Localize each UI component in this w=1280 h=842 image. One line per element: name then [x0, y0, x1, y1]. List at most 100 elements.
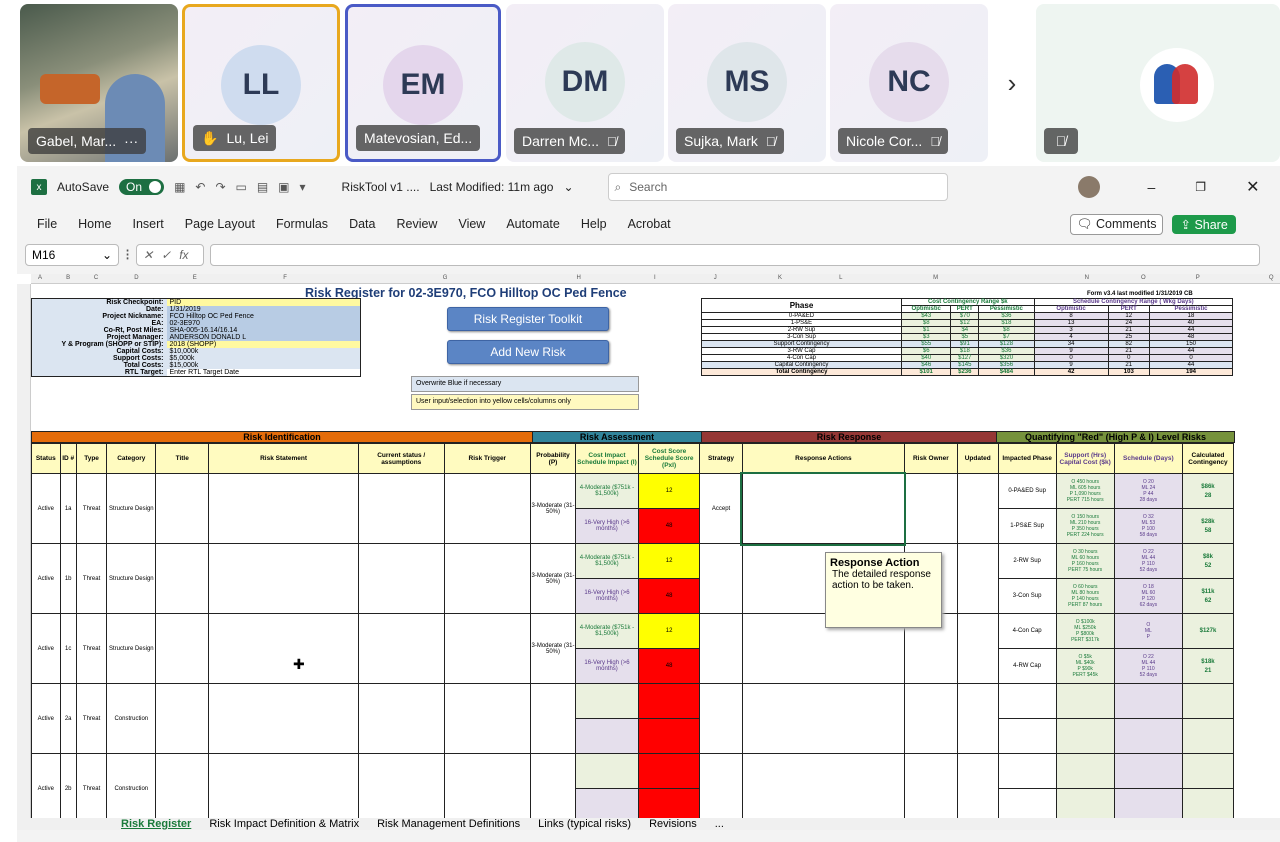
- column-header-K[interactable]: K: [760, 275, 800, 281]
- autosave-toggle[interactable]: On: [119, 179, 165, 195]
- strategy-cell[interactable]: [699, 753, 743, 824]
- support-cell[interactable]: [1055, 753, 1115, 789]
- schedule-cell[interactable]: [1113, 718, 1183, 754]
- schedule-score-cell[interactable]: 48: [638, 578, 701, 614]
- calc-contingency-cell[interactable]: [1181, 718, 1235, 754]
- menu-home[interactable]: Home: [78, 217, 111, 231]
- current-status-cell[interactable]: [357, 683, 445, 754]
- calc-contingency-cell[interactable]: $18k 21: [1181, 648, 1235, 684]
- response-actions-cell[interactable]: [741, 753, 905, 824]
- impacted-phase-cell[interactable]: 4-RW Cap: [997, 648, 1057, 684]
- title-cell[interactable]: [155, 473, 210, 544]
- risk-trigger-cell[interactable]: [443, 683, 532, 754]
- status-cell[interactable]: Active: [31, 473, 61, 544]
- schedule-score-cell[interactable]: [638, 718, 701, 754]
- status-cell[interactable]: Active: [31, 683, 61, 754]
- status-cell[interactable]: Active: [31, 613, 61, 684]
- user-avatar[interactable]: [1077, 176, 1100, 198]
- id-cell[interactable]: 1b: [59, 543, 77, 614]
- status-cell[interactable]: Active: [31, 753, 61, 824]
- updated-cell[interactable]: [956, 683, 999, 754]
- column-header-D[interactable]: D: [118, 275, 154, 281]
- impacted-phase-cell[interactable]: [997, 718, 1057, 754]
- cost-impact-cell[interactable]: [574, 753, 640, 789]
- title-cell[interactable]: [155, 543, 210, 614]
- risk-row[interactable]: Active 1c Threat Structure Design 3-Moderate…: [31, 613, 1235, 684]
- updated-cell[interactable]: [956, 613, 999, 684]
- cost-impact-cell[interactable]: 4-Moderate ($751k - $1,500k): [574, 543, 640, 579]
- schedule-impact-cell[interactable]: 16-Very High (>6 months): [574, 508, 640, 544]
- tab-links[interactable]: Links (typical risks): [538, 818, 631, 830]
- search-box[interactable]: ⌕ Search: [607, 173, 948, 201]
- schedule-cell[interactable]: O ML P: [1113, 613, 1183, 649]
- menu-data[interactable]: Data: [349, 217, 375, 231]
- updated-cell[interactable]: [956, 753, 999, 824]
- info-value[interactable]: ANDERSON DONALD L: [166, 334, 361, 341]
- schedule-cell[interactable]: O 20 ML 24 P 44 28 days: [1113, 473, 1183, 509]
- risk-statement-cell[interactable]: [208, 543, 359, 614]
- cost-impact-cell[interactable]: 4-Moderate ($751k - $1,500k): [574, 613, 640, 649]
- category-cell[interactable]: Structure Design: [106, 613, 157, 684]
- menu-acrobat[interactable]: Acrobat: [628, 217, 671, 231]
- cost-impact-cell[interactable]: 4-Moderate ($751k - $1,500k): [574, 473, 640, 509]
- close-button[interactable]: ✕: [1246, 177, 1259, 197]
- info-value[interactable]: SHA-005-16.14/16.14: [166, 327, 361, 334]
- impacted-phase-cell[interactable]: 1-PS&E Sup: [997, 508, 1057, 544]
- category-cell[interactable]: Construction: [106, 753, 157, 824]
- column-header-L[interactable]: L: [825, 275, 857, 281]
- impacted-phase-cell[interactable]: 3-Con Sup: [997, 578, 1057, 614]
- probability-cell[interactable]: [530, 753, 576, 824]
- formula-actions[interactable]: ✕ ✓ fx: [136, 244, 205, 266]
- schedule-impact-cell[interactable]: 16-Very High (>6 months): [574, 578, 640, 614]
- probability-cell[interactable]: 3-Moderate (31-50%): [530, 473, 576, 544]
- support-cell[interactable]: O $100k ML $250k P $800k PERT $317k: [1055, 613, 1115, 649]
- schedule-cell[interactable]: O 22 ML 44 P 110 52 days: [1113, 648, 1183, 684]
- probability-cell[interactable]: [530, 683, 576, 754]
- schedule-score-cell[interactable]: 48: [638, 508, 701, 544]
- support-cell[interactable]: [1055, 718, 1115, 754]
- strategy-cell[interactable]: Accept: [699, 473, 743, 544]
- category-cell[interactable]: Construction: [106, 683, 157, 754]
- strategy-cell[interactable]: [699, 613, 743, 684]
- type-cell[interactable]: Threat: [75, 543, 108, 614]
- menu-help[interactable]: Help: [581, 217, 607, 231]
- info-value[interactable]: 02-3E970: [166, 320, 361, 327]
- share-button[interactable]: ⇪ Share: [1172, 214, 1236, 234]
- support-cell[interactable]: O 150 hours ML 210 hours P 350 hours PERT 2…: [1055, 508, 1115, 544]
- info-value[interactable]: FCO Hilltop OC Ped Fence: [166, 313, 361, 320]
- restore-button[interactable]: ❐: [1195, 180, 1206, 194]
- column-header-H[interactable]: H: [553, 275, 605, 281]
- menu-formulas[interactable]: Formulas: [276, 217, 328, 231]
- info-value[interactable]: 2018 (SHOPP): [166, 341, 361, 348]
- support-cell[interactable]: O $5k ML $40k P $90k PERT $45k: [1055, 648, 1115, 684]
- name-box[interactable]: M16 ⌄: [25, 244, 119, 266]
- schedule-impact-cell[interactable]: 16-Very High (>6 months): [574, 648, 640, 684]
- spreadsheet-grid[interactable]: ABCDEFGHIJKLMNOPQRS Risk Register for 02…: [17, 274, 1280, 830]
- column-header-P[interactable]: P: [1175, 275, 1221, 281]
- current-status-cell[interactable]: [357, 613, 445, 684]
- column-header-O[interactable]: O: [1129, 275, 1157, 281]
- calc-contingency-cell[interactable]: $8k 52: [1181, 543, 1235, 579]
- column-header-G[interactable]: G: [397, 275, 493, 281]
- updated-cell[interactable]: [956, 473, 999, 544]
- calc-contingency-cell[interactable]: $86k 28: [1181, 473, 1235, 509]
- formula-input[interactable]: [210, 244, 1261, 266]
- cost-score-cell[interactable]: 12: [638, 543, 701, 579]
- strategy-cell[interactable]: [699, 683, 743, 754]
- schedule-cell[interactable]: O 18 ML 60 P 120 62 days: [1113, 578, 1183, 614]
- menu-file[interactable]: File: [37, 217, 57, 231]
- type-cell[interactable]: Threat: [75, 473, 108, 544]
- info-value[interactable]: Enter RTL Target Date: [166, 369, 361, 377]
- support-cell[interactable]: O 60 hours ML 80 hours P 140 hours PERT 87 …: [1055, 578, 1115, 614]
- info-value[interactable]: PID: [166, 298, 361, 306]
- column-header-I[interactable]: I: [637, 275, 673, 281]
- column-header-Q[interactable]: Q: [1249, 275, 1280, 281]
- schedule-impact-cell[interactable]: [574, 718, 640, 754]
- add-new-risk-button[interactable]: Add New Risk: [447, 340, 609, 364]
- response-actions-cell[interactable]: [740, 471, 907, 546]
- risk-statement-cell[interactable]: [208, 753, 359, 824]
- tab-more[interactable]: ...: [715, 818, 724, 830]
- menu-automate[interactable]: Automate: [506, 217, 560, 231]
- risk-statement-cell[interactable]: [208, 683, 359, 754]
- category-cell[interactable]: Structure Design: [106, 543, 157, 614]
